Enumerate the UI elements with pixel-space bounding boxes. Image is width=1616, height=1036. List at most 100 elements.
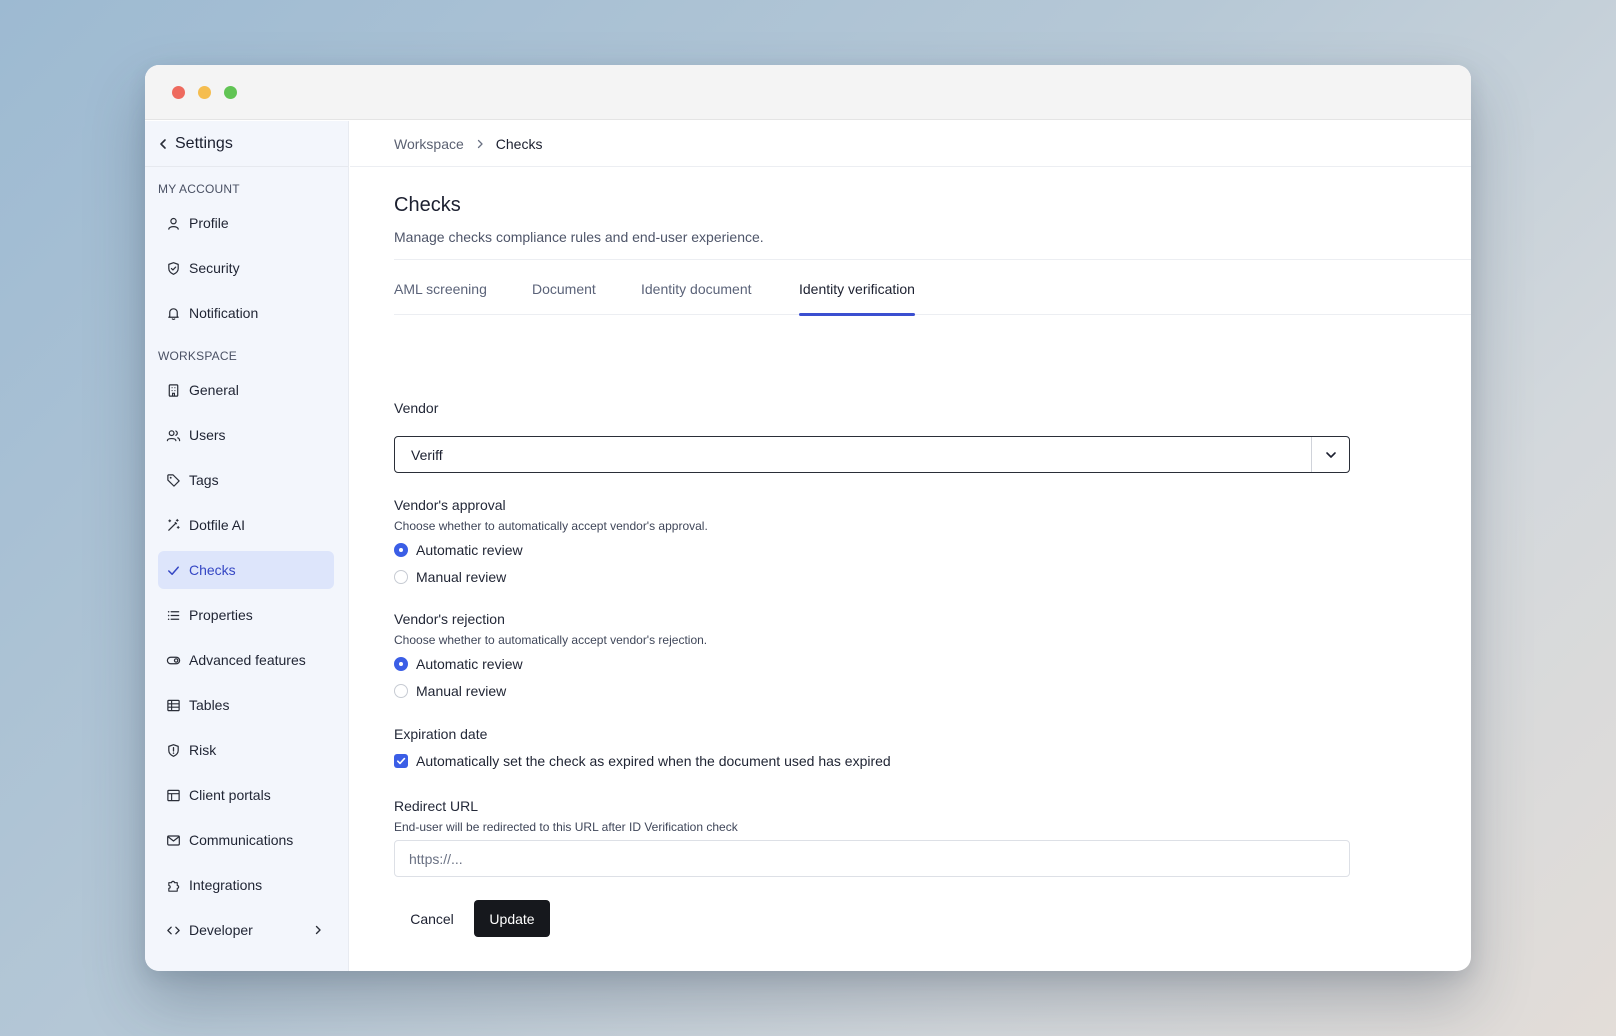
sidebar-item-security[interactable]: Security — [158, 249, 334, 287]
shield-icon — [168, 261, 179, 275]
code-icon — [167, 926, 180, 934]
magic-wand-icon — [168, 518, 180, 531]
sidebar-item-dotfile-ai[interactable]: Dotfile AI — [158, 506, 334, 544]
tab-identity-verification[interactable]: Identity verification — [799, 271, 915, 316]
expiration-checkbox-row[interactable]: Automatically set the check as expired w… — [394, 753, 891, 769]
maximize-window-button[interactable] — [224, 86, 237, 99]
back-to-settings[interactable]: Settings — [145, 121, 348, 167]
check-icon — [168, 565, 179, 575]
sidebar-item-label: Properties — [189, 607, 253, 623]
rejection-option-automatic[interactable]: Automatic review — [394, 656, 523, 672]
sidebar-item-general[interactable]: General — [158, 371, 334, 409]
radio-label: Automatic review — [416, 542, 523, 558]
tab-aml-screening[interactable]: AML screening — [394, 271, 487, 315]
checkmark-icon — [397, 757, 406, 765]
redirect-url-input[interactable] — [394, 840, 1350, 877]
sidebar-title: Settings — [175, 134, 233, 152]
rejection-option-manual[interactable]: Manual review — [394, 683, 506, 699]
sidebar-item-label: Tables — [189, 697, 230, 713]
sidebar-item-label: Communications — [189, 832, 294, 848]
tab-bar: AML screening Document Identity document… — [394, 271, 1471, 316]
layout-icon — [167, 789, 180, 801]
sidebar-item-label: Security — [189, 260, 240, 276]
approval-option-manual[interactable]: Manual review — [394, 569, 506, 585]
breadcrumb-current: Checks — [495, 135, 543, 152]
sidebar-item-users[interactable]: Users — [158, 416, 334, 454]
approval-option-automatic[interactable]: Automatic review — [394, 542, 523, 558]
vendor-label: Vendor — [394, 400, 439, 416]
chevron-down-icon — [1325, 451, 1336, 458]
breadcrumb: Workspace Checks — [350, 121, 1471, 167]
page-title: Checks — [394, 194, 461, 216]
sidebar-item-advanced-features[interactable]: Advanced features — [158, 641, 334, 679]
expiration-checkbox[interactable] — [394, 754, 408, 768]
bell-icon — [168, 307, 179, 320]
title-bar — [145, 65, 1471, 120]
vendor-select[interactable]: Veriff — [394, 436, 1350, 473]
sidebar-item-tags[interactable]: Tags — [158, 461, 334, 499]
sidebar-item-label: Checks — [189, 562, 236, 578]
sidebar-item-label: Risk — [189, 742, 217, 758]
page-description: Manage checks compliance rules and end-u… — [394, 229, 764, 245]
radio-button[interactable] — [394, 684, 408, 698]
building-icon — [168, 383, 179, 397]
toggle-icon — [166, 656, 181, 664]
radio-label: Automatic review — [416, 656, 523, 672]
expiration-checkbox-label: Automatically set the check as expired w… — [416, 753, 891, 769]
approval-label: Vendor's approval — [394, 497, 506, 513]
sidebar-item-profile[interactable]: Profile — [158, 204, 334, 242]
sidebar-item-tables[interactable]: Tables — [158, 686, 334, 724]
sidebar-item-label: Advanced features — [189, 652, 306, 668]
sidebar-item-label: Client portals — [189, 787, 271, 803]
sidebar-item-client-portals[interactable]: Client portals — [158, 776, 334, 814]
sidebar-item-label: Users — [189, 427, 226, 443]
rejection-help: Choose whether to automatically accept v… — [394, 633, 708, 647]
puzzle-icon — [168, 880, 180, 892]
shield-alert-icon — [168, 743, 179, 757]
tag-icon — [167, 473, 180, 487]
divider — [394, 259, 1471, 260]
sidebar-item-label: Tags — [189, 472, 219, 488]
user-icon — [168, 217, 179, 230]
sidebar-item-label: Profile — [189, 215, 229, 231]
sidebar-item-label: Notification — [189, 305, 259, 321]
sidebar-item-label: Dotfile AI — [189, 517, 246, 533]
sidebar-item-risk[interactable]: Risk — [158, 731, 334, 769]
update-button[interactable]: Update — [474, 900, 550, 937]
chevron-right-icon — [315, 925, 321, 935]
section-label-workspace: WORKSPACE — [158, 349, 237, 363]
redirect-label: Redirect URL — [394, 798, 479, 814]
list-icon — [167, 610, 180, 620]
sidebar-item-developer[interactable]: Developer — [158, 911, 334, 949]
mail-icon — [167, 834, 180, 846]
radio-label: Manual review — [416, 683, 507, 699]
approval-help: Choose whether to automatically accept v… — [394, 519, 708, 533]
main-content: Workspace Checks Checks Manage checks co… — [350, 121, 1471, 971]
radio-button-selected[interactable] — [394, 543, 408, 557]
expiration-label: Expiration date — [394, 726, 488, 742]
radio-button[interactable] — [394, 570, 408, 584]
close-window-button[interactable] — [172, 86, 185, 99]
chevron-right-icon — [477, 139, 483, 148]
sidebar-item-integrations[interactable]: Integrations — [158, 866, 334, 904]
sidebar-item-properties[interactable]: Properties — [158, 596, 334, 634]
section-label-my-account: MY ACCOUNT — [158, 182, 240, 196]
tab-document[interactable]: Document — [532, 271, 596, 315]
minimize-window-button[interactable] — [198, 86, 211, 99]
radio-button-selected[interactable] — [394, 657, 408, 671]
sidebar-item-communications[interactable]: Communications — [158, 821, 334, 859]
sidebar-item-checks[interactable]: Checks — [158, 551, 334, 589]
users-icon — [166, 429, 181, 441]
sidebar-item-label: Integrations — [189, 877, 263, 893]
sidebar-item-label: General — [189, 382, 239, 398]
sidebar-item-label: Developer — [189, 922, 253, 938]
breadcrumb-workspace[interactable]: Workspace — [394, 136, 464, 152]
tab-identity-document[interactable]: Identity document — [641, 271, 752, 315]
cancel-button[interactable]: Cancel — [394, 900, 470, 937]
rejection-label: Vendor's rejection — [394, 611, 505, 627]
vendor-select-toggle[interactable] — [1311, 437, 1349, 472]
sidebar: Settings MY ACCOUNT Profile Security Not… — [145, 121, 349, 971]
chevron-left-icon — [160, 138, 166, 149]
radio-label: Manual review — [416, 569, 507, 585]
sidebar-item-notification[interactable]: Notification — [158, 294, 334, 332]
